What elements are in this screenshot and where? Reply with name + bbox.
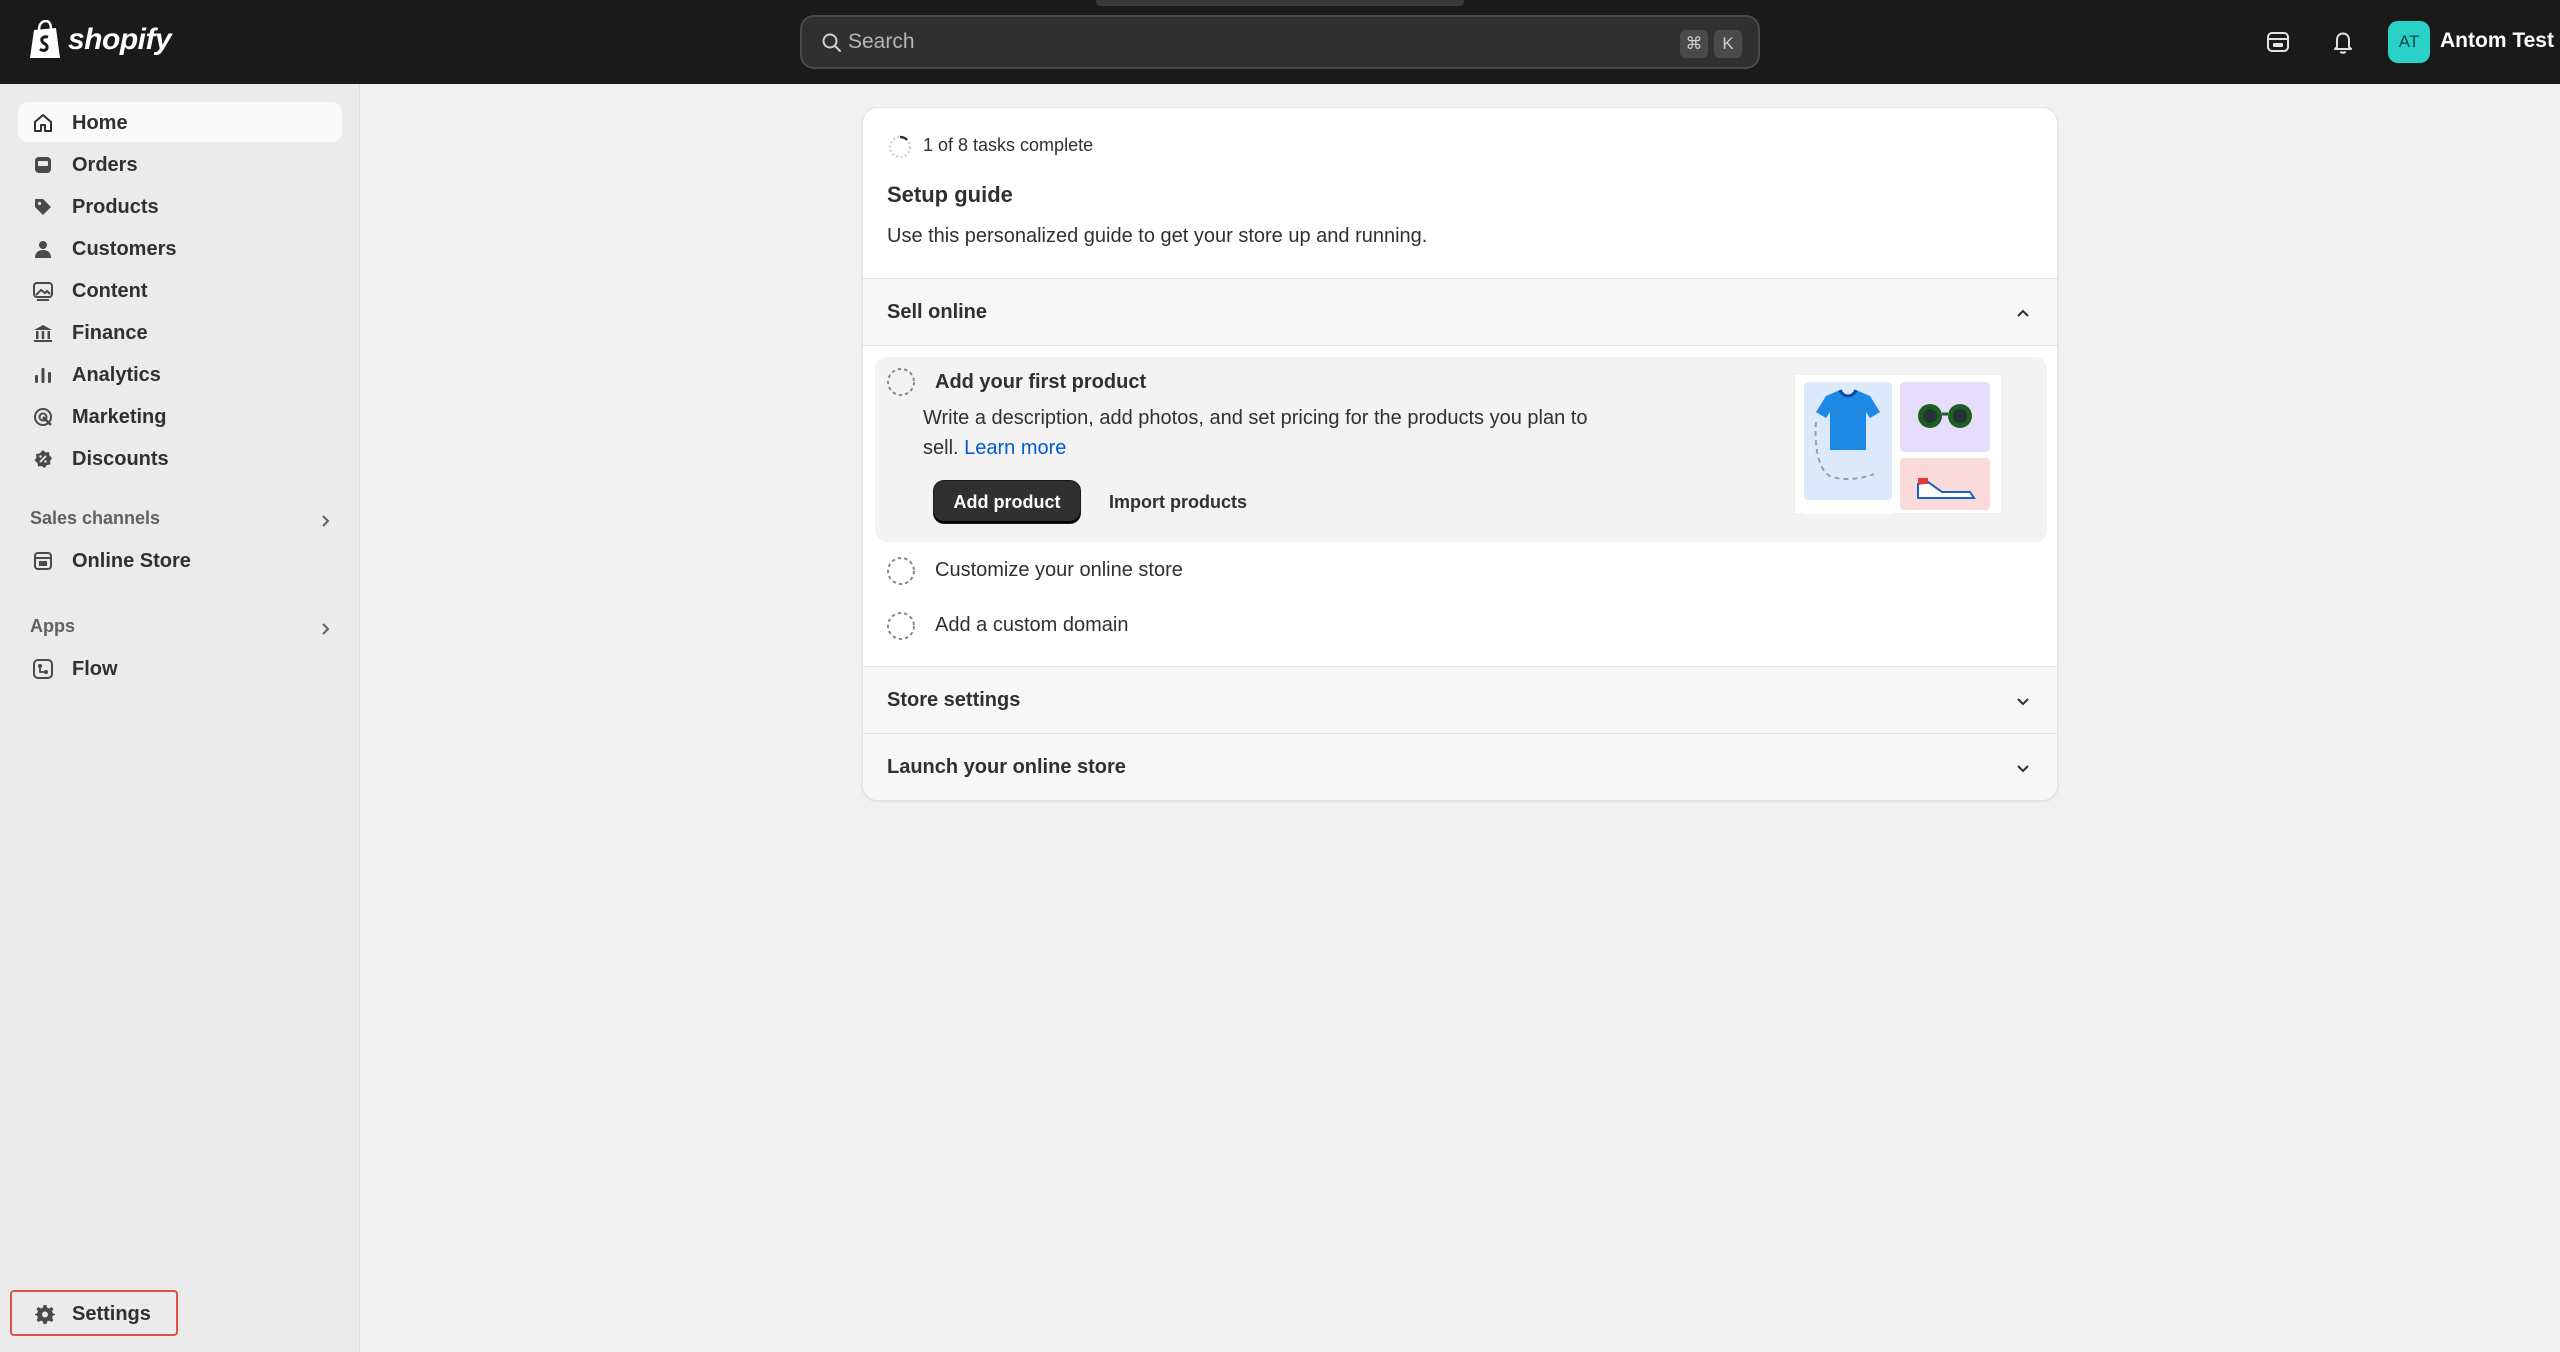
task-description: Write a description, add photos, and set… bbox=[923, 403, 1623, 463]
sidebar-item-customers[interactable]: Customers bbox=[18, 228, 342, 268]
search-icon bbox=[822, 33, 841, 52]
bank-icon bbox=[34, 325, 52, 342]
top-tab-marker bbox=[1096, 0, 1464, 6]
section-store-settings[interactable]: Store settings bbox=[863, 666, 2057, 734]
section-label: Sell online bbox=[887, 301, 988, 323]
sidebar-item-label: Discounts bbox=[72, 448, 169, 470]
bell-icon[interactable] bbox=[2329, 28, 2357, 56]
store-icon bbox=[34, 552, 52, 570]
sidebar-item-label: Online Store bbox=[72, 550, 191, 572]
section-sell-online[interactable]: Sell online bbox=[863, 278, 2057, 346]
section-label: Launch your online store bbox=[887, 756, 1126, 778]
sidebar-item-analytics[interactable]: Analytics bbox=[18, 354, 342, 394]
sidebar-item-label: Flow bbox=[72, 658, 118, 680]
sidebar-item-label: Settings bbox=[72, 1303, 151, 1325]
shortcut-k-key: K bbox=[1714, 30, 1742, 58]
sidebar-item-label: Marketing bbox=[72, 406, 167, 428]
account-name[interactable]: Antom Test bbox=[2440, 29, 2554, 53]
task-title[interactable]: Add your first product bbox=[935, 371, 1146, 394]
task-checkbox-circle[interactable] bbox=[886, 556, 916, 586]
chevron-right-icon[interactable] bbox=[316, 620, 334, 638]
sidebar-item-label: Customers bbox=[72, 238, 177, 260]
task-checkbox-circle[interactable] bbox=[886, 611, 916, 641]
avatar[interactable]: AT bbox=[2388, 21, 2430, 63]
inbox-icon bbox=[35, 157, 51, 173]
image-icon bbox=[33, 282, 53, 301]
sidebar-item-content[interactable]: Content bbox=[18, 270, 342, 310]
section-label: Store settings bbox=[887, 689, 1021, 711]
sales-channels-heading[interactable]: Sales channels bbox=[30, 508, 160, 529]
sidebar-item-label: Analytics bbox=[72, 364, 161, 386]
sidebar-item-label: Finance bbox=[72, 322, 148, 344]
sidebar-item-label: Home bbox=[72, 112, 128, 134]
task-title[interactable]: Add a custom domain bbox=[935, 614, 1128, 637]
target-icon bbox=[34, 408, 52, 426]
sidebar-item-label: Products bbox=[72, 196, 159, 218]
chevron-down-icon[interactable] bbox=[2013, 758, 2033, 778]
progress-ring-icon bbox=[888, 135, 912, 159]
shortcut-cmd-key: ⌘ bbox=[1680, 30, 1708, 58]
tag-icon bbox=[35, 199, 51, 215]
import-products-button[interactable]: Import products bbox=[1098, 481, 1258, 523]
sidebar-item-label: Orders bbox=[72, 154, 138, 176]
setup-guide-description: Use this personalized guide to get your … bbox=[887, 225, 1428, 247]
sidebar-item-online-store[interactable]: Online Store bbox=[18, 540, 342, 580]
sidebar-item-home[interactable]: Home bbox=[18, 102, 342, 142]
home-icon bbox=[34, 114, 52, 132]
add-product-button[interactable]: Add product bbox=[934, 481, 1080, 523]
sidebar-item-products[interactable]: Products bbox=[18, 186, 342, 226]
top-bar: shopify ⌘ K AT Antom Test bbox=[0, 0, 2560, 84]
product-illustration bbox=[1794, 374, 2002, 514]
store-switcher-icon[interactable] bbox=[2264, 28, 2292, 56]
shopify-logo[interactable]: shopify bbox=[28, 20, 172, 60]
bar-chart-icon bbox=[35, 368, 51, 383]
sidebar-divider bbox=[359, 84, 360, 1352]
sidebar-item-finance[interactable]: Finance bbox=[18, 312, 342, 352]
brand-name: shopify bbox=[68, 23, 172, 56]
chevron-down-icon[interactable] bbox=[2013, 691, 2033, 711]
sidebar-item-discounts[interactable]: Discounts bbox=[18, 438, 342, 478]
person-icon bbox=[35, 241, 51, 258]
search-input[interactable] bbox=[848, 25, 1628, 59]
chevron-right-icon[interactable] bbox=[316, 512, 334, 530]
search-bar[interactable]: ⌘ K bbox=[800, 15, 1760, 69]
sidebar-item-orders[interactable]: Orders bbox=[18, 144, 342, 184]
progress-text: 1 of 8 tasks complete bbox=[923, 135, 1094, 155]
sidebar-item-settings[interactable]: Settings bbox=[10, 1290, 178, 1336]
sidebar-item-flow[interactable]: Flow bbox=[18, 648, 342, 688]
section-launch-online-store[interactable]: Launch your online store bbox=[863, 733, 2057, 800]
task-title[interactable]: Customize your online store bbox=[935, 559, 1183, 582]
learn-more-link[interactable]: Learn more bbox=[964, 437, 1066, 459]
shopify-bag-icon bbox=[30, 20, 60, 58]
setup-guide-title: Setup guide bbox=[887, 182, 1013, 207]
flow-icon bbox=[33, 659, 53, 679]
task-checkbox-circle[interactable] bbox=[886, 367, 916, 397]
discount-icon bbox=[34, 450, 52, 468]
chevron-up-icon[interactable] bbox=[2013, 303, 2033, 323]
apps-heading[interactable]: Apps bbox=[30, 616, 75, 637]
sidebar-item-marketing[interactable]: Marketing bbox=[18, 396, 342, 436]
sidebar-item-label: Content bbox=[72, 280, 148, 302]
gear-icon bbox=[35, 1305, 55, 1324]
